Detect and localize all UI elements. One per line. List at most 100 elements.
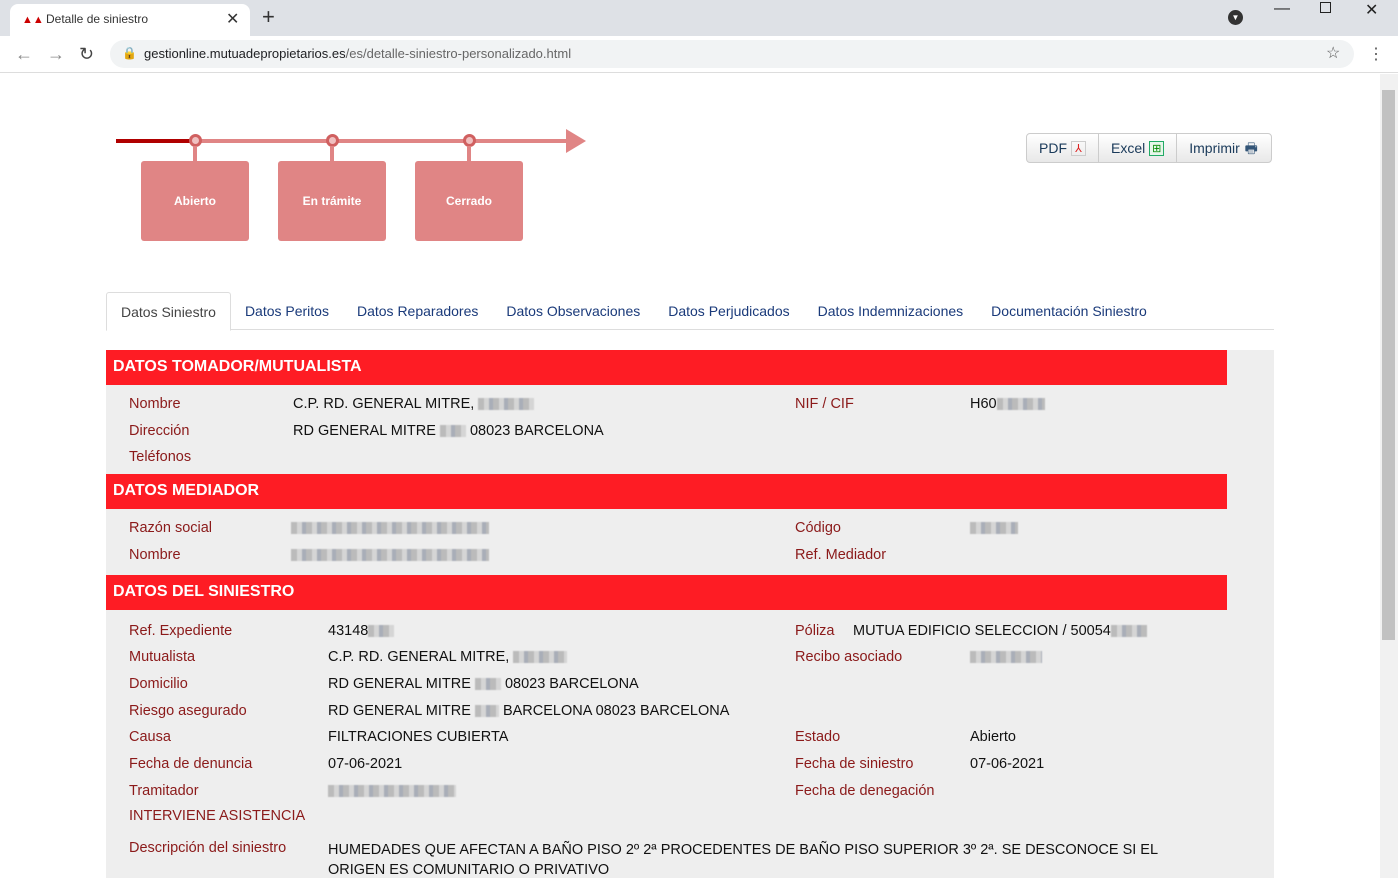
timeline-stem	[467, 146, 471, 162]
label: Nombre	[129, 547, 181, 563]
minimize-icon[interactable]: —	[1274, 0, 1290, 18]
tomador-cp: 08023 BARCELONA	[469, 423, 604, 439]
new-tab-icon[interactable]: +	[262, 4, 275, 30]
label: Fecha de siniestro	[795, 756, 914, 772]
back-icon[interactable]: ←	[15, 44, 33, 65]
label: Fecha de denuncia	[129, 756, 253, 772]
label: Descripción del siniestro	[129, 840, 287, 856]
window-close-icon[interactable]: ✕	[1365, 0, 1378, 20]
label: Razón social	[129, 520, 213, 536]
redacted	[291, 549, 489, 561]
label: Nombre	[129, 396, 181, 412]
timeline-stem	[193, 146, 197, 162]
redacted	[1110, 625, 1147, 638]
tab-documentacion-siniestro[interactable]: Documentación Siniestro	[977, 292, 1161, 329]
tomador-nif: H60	[970, 396, 997, 412]
timeline-stem	[330, 146, 334, 162]
tab-title: Detalle de siniestro	[46, 12, 149, 26]
timeline-arrow-icon	[566, 129, 586, 153]
tomador-nombre: C.P. RD. GENERAL MITRE,	[293, 396, 475, 412]
print-button[interactable]: Imprimir 🖶	[1177, 134, 1271, 162]
excel-icon: ⊞	[1149, 140, 1165, 156]
value: C.P. RD. GENERAL MITRE,	[328, 649, 568, 665]
redacted	[474, 705, 499, 718]
label: Tramitador	[129, 783, 199, 799]
value: RD GENERAL MITRE 08023 BARCELONA	[328, 676, 639, 692]
value: 43148	[328, 623, 395, 639]
browser-menu-icon[interactable]: ⋮	[1368, 44, 1384, 64]
section-header-mediador: DATOS MEDIADOR	[106, 474, 1227, 509]
step-en-tramite: En trámite	[278, 161, 386, 241]
descripcion: HUMEDADES QUE AFECTAN A BAÑO PISO 2º 2ª …	[328, 842, 1158, 878]
tab-datos-peritos[interactable]: Datos Peritos	[231, 292, 343, 329]
maximize-icon[interactable]	[1320, 2, 1331, 13]
redacted	[970, 651, 1042, 663]
tab-datos-perjudicados[interactable]: Datos Perjudicados	[654, 292, 803, 329]
timeline-progress	[116, 139, 196, 143]
domicilio: RD GENERAL MITRE	[328, 676, 471, 692]
label: Ref. Mediador	[795, 547, 887, 563]
forward-icon[interactable]: →	[47, 44, 65, 65]
tab-datos-reparadores[interactable]: Datos Reparadores	[343, 292, 492, 329]
step-abierto: Abierto	[141, 161, 249, 241]
browser-tab[interactable]: ▲▲ Detalle de siniestro ✕	[10, 4, 250, 36]
url-text: gestionline.mutuadepropietarios.es/es/de…	[144, 46, 571, 61]
address-bar[interactable]: 🔒 gestionline.mutuadepropietarios.es/es/…	[110, 40, 1354, 68]
label: Estado	[795, 729, 841, 745]
redacted	[478, 398, 535, 411]
value: MUTUA EDIFICIO SELECCION / 50054	[853, 623, 1147, 639]
label: Dirección	[129, 423, 190, 439]
excel-button[interactable]: Excel ⊞	[1099, 134, 1178, 162]
bookmark-star-icon[interactable]: ☆	[1326, 43, 1340, 63]
label: Fecha de denegación	[795, 783, 935, 799]
estado: Abierto	[970, 729, 1016, 745]
fecha-siniestro: 07-06-2021	[970, 756, 1045, 772]
label: Ref. Expediente	[129, 623, 233, 639]
scrollbar-thumb[interactable]	[1382, 90, 1395, 640]
redacted	[513, 651, 568, 664]
printer-icon: 🖶	[1244, 139, 1258, 156]
redacted	[439, 425, 466, 438]
fecha-denuncia: 07-06-2021	[328, 756, 403, 772]
tab-datos-observaciones[interactable]: Datos Observaciones	[492, 292, 654, 329]
step-cerrado: Cerrado	[415, 161, 523, 241]
redacted	[328, 785, 456, 797]
close-tab-icon[interactable]: ✕	[226, 9, 239, 29]
ref-expediente: 43148	[328, 623, 369, 639]
pdf-button[interactable]: PDF ⅄	[1027, 134, 1099, 162]
label: Teléfonos	[129, 449, 192, 465]
tab-datos-indemnizaciones[interactable]: Datos Indemnizaciones	[804, 292, 978, 329]
tab-datos-siniestro[interactable]: Datos Siniestro	[106, 292, 231, 331]
url-path: /es/detalle-siniestro-personalizado.html	[345, 46, 572, 61]
redacted	[970, 522, 1018, 534]
label: Recibo asociado	[795, 649, 903, 665]
poliza: MUTUA EDIFICIO SELECCION / 50054	[853, 623, 1111, 639]
section-header-tomador: DATOS TOMADOR/MUTUALISTA	[106, 350, 1227, 385]
excel-label: Excel	[1111, 140, 1146, 156]
section-header-siniestro: DATOS DEL SINIESTRO	[106, 575, 1227, 610]
browser-toolbar: ← → ↻ 🔒 gestionline.mutuadepropietarios.…	[0, 36, 1398, 73]
export-button-group: PDF ⅄ Excel ⊞ Imprimir 🖶	[1026, 133, 1272, 163]
label: Mutualista	[129, 649, 196, 665]
timeline-line	[196, 139, 570, 143]
redacted	[474, 678, 501, 691]
label: Póliza	[795, 623, 835, 639]
profile-menu-icon[interactable]: ▼	[1228, 10, 1243, 25]
value: RD GENERAL MITRE 08023 BARCELONA	[293, 423, 604, 439]
reload-icon[interactable]: ↻	[79, 44, 94, 65]
label: NIF / CIF	[795, 396, 854, 412]
domicilio-cp: 08023 BARCELONA	[504, 676, 639, 692]
value: C.P. RD. GENERAL MITRE,	[293, 396, 535, 412]
favicon-icon: ▲▲	[22, 14, 44, 26]
section-tabs: Datos Siniestro Datos Peritos Datos Repa…	[106, 292, 1274, 331]
tomador-direccion: RD GENERAL MITRE	[293, 423, 436, 439]
value: RD GENERAL MITRE BARCELONA 08023 BARCELO…	[328, 703, 729, 719]
causa: FILTRACIONES CUBIERTA	[328, 729, 509, 745]
url-host: gestionline.mutuadepropietarios.es	[144, 46, 346, 61]
label: Domicilio	[129, 676, 188, 692]
pdf-icon: ⅄	[1071, 140, 1086, 156]
lock-icon: 🔒	[122, 46, 137, 60]
label: Riesgo asegurado	[129, 703, 247, 719]
riesgo: RD GENERAL MITRE	[328, 703, 471, 719]
pdf-label: PDF	[1039, 140, 1067, 156]
